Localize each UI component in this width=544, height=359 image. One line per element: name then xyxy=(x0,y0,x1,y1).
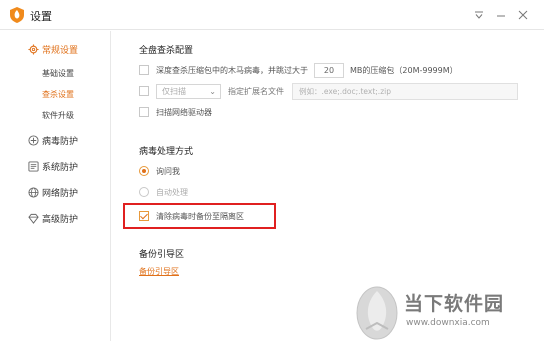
ask-me-row[interactable]: 询问我 xyxy=(139,163,180,179)
sidebar-item-system[interactable]: 系统防护 xyxy=(0,156,110,176)
sidebar-item-network[interactable]: 网络防护 xyxy=(0,182,110,202)
gear-icon xyxy=(28,43,39,55)
sidebar-item-label: 病毒防护 xyxy=(42,136,79,147)
sidebar-item-label: 网络防护 xyxy=(42,188,79,199)
section-title-backup: 备份引导区 xyxy=(139,250,185,260)
auto-handle-row[interactable]: 自动处理 xyxy=(139,184,188,200)
sidebar-sub-basic[interactable]: 基础设置 xyxy=(42,68,74,79)
deep-scan-label: 深度查杀压缩包中的木马病毒，并跳过大于 xyxy=(156,65,308,75)
scan-mode-select[interactable]: 仅扫描 ⌄ xyxy=(156,83,221,99)
virus-icon xyxy=(28,134,39,146)
ask-me-label: 询问我 xyxy=(156,166,180,176)
deep-scan-row: 深度查杀压缩包中的木马病毒，并跳过大于 20 MB的压缩包（20M-9999M） xyxy=(139,62,458,78)
scan-mode-value: 仅扫描 xyxy=(162,86,186,96)
backup-quarantine-row[interactable]: 清除病毒时备份至隔离区 xyxy=(139,208,244,224)
section-title-virus-handling: 病毒处理方式 xyxy=(139,147,194,157)
sidebar-item-general[interactable]: 常规设置 xyxy=(0,39,110,59)
network-drive-checkbox[interactable] xyxy=(139,107,149,117)
chevron-down-icon: ⌄ xyxy=(209,86,216,96)
title-bar: 设置 xyxy=(0,0,544,30)
menu-icon[interactable] xyxy=(470,6,488,24)
ask-me-radio[interactable] xyxy=(139,166,149,176)
extension-input[interactable]: 例如：.exe;.doc;.text;.zip xyxy=(292,82,518,100)
app-logo-icon xyxy=(10,7,24,23)
backup-quarantine-checkbox[interactable] xyxy=(139,211,149,221)
sidebar: 常规设置 基础设置 查杀设置 软件升级 病毒防护 系统防护 网络防护 高级防护 xyxy=(0,31,110,359)
sidebar-item-label: 常规设置 xyxy=(42,45,79,56)
minimize-icon[interactable] xyxy=(492,6,510,24)
window-title: 设置 xyxy=(30,10,52,23)
sidebar-sub-upgrade[interactable]: 软件升级 xyxy=(42,110,74,121)
deep-scan-checkbox[interactable] xyxy=(139,65,149,75)
sidebar-item-virus[interactable]: 病毒防护 xyxy=(0,130,110,150)
extension-row: 仅扫描 ⌄ 指定扩展名文件 例如：.exe;.doc;.text;.zip xyxy=(139,82,518,100)
watermark-logo-icon xyxy=(356,286,398,340)
network-drive-row: 扫描网络驱动器 xyxy=(139,104,212,120)
sidebar-item-label: 高级防护 xyxy=(42,214,79,225)
close-icon[interactable] xyxy=(514,6,532,24)
watermark-url: www.downxia.com xyxy=(406,318,490,328)
extension-checkbox[interactable] xyxy=(139,86,149,96)
backup-boot-link[interactable]: 备份引导区 xyxy=(139,266,179,277)
sidebar-item-advanced[interactable]: 高级防护 xyxy=(0,208,110,228)
watermark: 当下软件园 www.downxia.com xyxy=(352,285,542,345)
diamond-icon xyxy=(28,213,39,224)
network-drive-label: 扫描网络驱动器 xyxy=(156,107,212,117)
watermark-text: 当下软件园 xyxy=(404,293,505,315)
sidebar-sub-scan[interactable]: 查杀设置 xyxy=(42,89,74,100)
auto-handle-label: 自动处理 xyxy=(156,187,188,197)
auto-handle-radio[interactable] xyxy=(139,187,149,197)
archive-size-unit-label: MB的压缩包（20M-9999M） xyxy=(350,65,458,75)
sidebar-item-label: 系统防护 xyxy=(42,162,79,173)
globe-icon xyxy=(28,186,39,198)
extension-label: 指定扩展名文件 xyxy=(228,86,284,96)
backup-quarantine-label: 清除病毒时备份至隔离区 xyxy=(156,211,244,221)
section-title-full-scan: 全盘查杀配置 xyxy=(139,46,194,56)
system-icon xyxy=(28,160,39,172)
archive-size-input[interactable]: 20 xyxy=(314,62,344,78)
